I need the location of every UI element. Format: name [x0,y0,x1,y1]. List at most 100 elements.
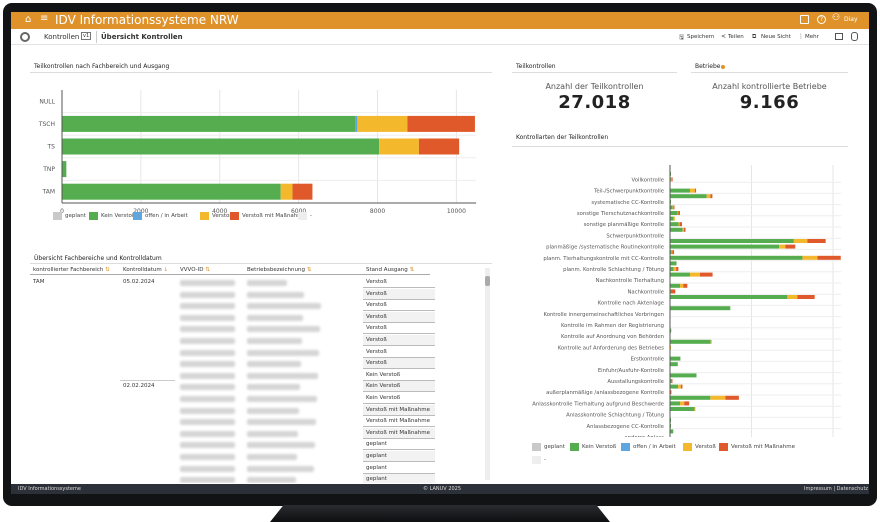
bar-segment [671,379,673,383]
share-button[interactable]: Teilen [728,34,744,40]
legend-item[interactable]: offen / in Arbeit [621,443,676,451]
chart-title-fachbereich: Teilkontrollen nach Fachbereich und Ausg… [34,63,170,70]
share-icon: < [721,33,727,40]
y-tick-label: planm. Tierhaltungskontrolle mit CC-Kont… [543,256,664,262]
scrollbar-thumb[interactable] [485,276,490,286]
new-view-button[interactable]: Neue Sicht [761,34,791,40]
legend-item[interactable]: Verstoß mit Maßnahme [719,443,795,451]
bar-segment [670,306,731,311]
legend-item[interactable]: Kein Verstoß [570,443,616,451]
table-row[interactable]: Verstoß [30,311,470,324]
user-name[interactable]: Diay [844,16,858,23]
chevron-down-icon[interactable]: ⌄ [172,33,177,40]
target-icon[interactable] [20,32,30,42]
cell-betrieb-redacted [247,338,302,344]
cell-vvvo-id-redacted [180,407,235,414]
table-row[interactable]: Verstoß [30,300,470,312]
legend-item[interactable]: offen / in Arbeit [133,212,188,220]
notes-icon[interactable] [835,33,843,40]
breadcrumb-kontrollen[interactable]: Kontrollen [44,33,79,41]
user-icon[interactable]: ⚇ [832,13,840,23]
table-row[interactable]: TAM 05.02.2024 Verstoß [30,277,470,289]
app-screen: ⌂ ≡ IDV Informationssysteme NRW ? ⚇ Diay… [11,12,869,494]
divider [96,31,97,43]
screen-icon[interactable] [800,15,809,24]
legend-item[interactable]: Verstoß [683,443,716,451]
table-row[interactable]: Verstoß mit Maßnahme [30,427,470,440]
bar-segment [787,295,798,299]
y-tick-label: Nachkontrolle [627,289,664,295]
bar-segment [670,384,679,389]
table-row[interactable]: Kein Verstoß [30,393,470,405]
cell-stand-ausgang: Kein Verstoß [363,381,435,393]
table-row[interactable]: Verstoß [30,335,470,347]
bar-segment [680,384,683,389]
table-row[interactable]: geplant [30,451,470,463]
legend-item[interactable]: Verstoß mit Maßnahme [230,212,306,220]
col-header-fachbereich[interactable]: kontrollierter Fachbereich ⇅ [33,267,110,273]
col-header-stand-ausgang[interactable]: Stand Ausgang ⇅ [366,267,414,273]
table-body: TAM 05.02.2024 Verstoß Verstoß Verstoß Versto… [30,277,470,483]
bar-segment [670,289,676,294]
save-button[interactable]: Speichern [687,34,714,40]
legend-item[interactable]: Kein Verstoß [89,212,135,220]
legend-item[interactable]: - [532,456,546,464]
table-row[interactable]: geplant [30,439,470,451]
footer-left: IDV Informationssysteme [18,486,81,492]
table-row[interactable]: Verstoß mit Maßnahme [30,416,470,428]
table-row[interactable]: 02.02.2024 Kein Verstoß [30,380,470,393]
kpi-label-betriebe: Anzahl kontrollierte Betriebe [712,82,827,91]
bar-segment [671,177,673,182]
legend-item[interactable]: geplant [53,212,86,220]
table-row[interactable]: geplant [30,463,470,475]
bar-segment [694,188,697,193]
view-selector[interactable]: Übersicht Kontrollen [101,33,183,41]
cell-betrieb-redacted [247,407,299,414]
more-button[interactable]: Mehr [805,34,819,40]
table-row[interactable]: Verstoß [30,347,470,359]
bar-segment [682,227,684,232]
footer-links[interactable]: Impressum | Datenschutz [804,486,868,492]
cell-betrieb-redacted [247,291,304,298]
col-header-vvvo-id[interactable]: VVVO-ID ⇅ [180,267,210,273]
bar-segment [670,267,674,271]
database-icon[interactable] [851,32,858,41]
table-row[interactable]: Verstoß [30,358,470,370]
bar-segment [673,267,677,271]
cell-vvvo-id-redacted [180,384,235,391]
col-header-betriebsbezeichnung[interactable]: Betriebsbezeichnung ⇅ [247,267,311,273]
table-row[interactable]: geplant [30,474,470,483]
table-row[interactable]: Verstoß [30,288,470,301]
table-row[interactable]: Verstoß mit Maßnahme [30,404,470,417]
legend-item[interactable]: Verstoß [200,212,233,220]
table-scrollbar[interactable] [485,268,490,480]
bar-segment [670,373,697,378]
legend-swatch [621,443,630,451]
bar-segment [683,227,686,232]
cell-vvvo-id-redacted [180,291,235,298]
y-tick-label: Kontrolle im Rahmen der Registrierung [561,323,664,329]
cell-vvvo-id-redacted [180,454,235,460]
cell-betrieb-redacted [247,314,303,321]
y-tick-label: außerplanmäßige /anlassbezogene Kontroll… [546,390,664,396]
help-icon[interactable]: ? [817,15,826,24]
legend-item[interactable]: geplant [532,443,565,451]
sort-desc-icon: ↓ [163,267,169,273]
home-icon[interactable]: ⌂ [25,14,31,25]
table-row[interactable]: Verstoß [30,323,470,335]
y-tick-label: TS [47,144,56,151]
col-header-kontrolldatum[interactable]: Kontrolldatum ↓ [123,267,168,273]
bar-segment [710,339,712,344]
fachbereich-chart: 0 2000 4000 6000 8000 10000NULLTSCHTSTNPTAM [38,90,477,214]
legend-label: Kein Verstoß [582,444,617,450]
table-row[interactable]: Kein Verstoß [30,370,470,382]
bar-segment [62,161,67,178]
legend-label: geplant [65,213,86,219]
bar-segment [62,138,380,155]
menu-icon[interactable]: ≡ [40,13,48,24]
legend-item[interactable]: - [298,212,312,220]
cell-stand-ausgang: Verstoß [363,277,435,288]
cell-betrieb-redacted [247,303,321,310]
legend-label: geplant [544,444,565,450]
cell-vvvo-id-redacted [180,314,235,321]
